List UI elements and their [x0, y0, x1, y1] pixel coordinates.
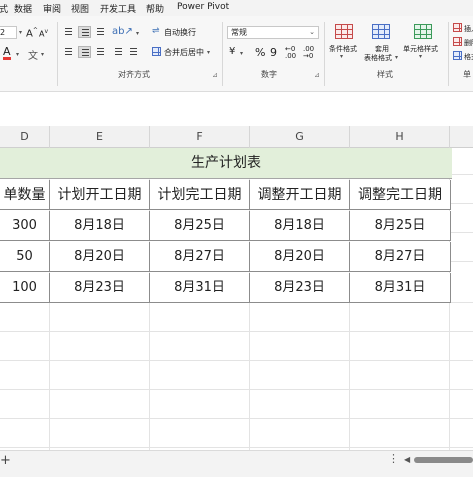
column-header-g[interactable]: G	[250, 126, 350, 148]
align-middle-button[interactable]	[78, 26, 91, 38]
table-cell[interactable]: 8月25日	[150, 211, 250, 241]
phonetic-icon[interactable]: 文	[28, 47, 38, 62]
table-cell[interactable]: 100	[0, 273, 50, 303]
header-cell-adjusted-end[interactable]: 调整完工日期	[350, 180, 451, 210]
column-header-h[interactable]: H	[350, 126, 450, 148]
column-header-bar: D E F G H	[0, 126, 473, 148]
menu-item-data[interactable]: 数据	[14, 2, 32, 15]
chevron-down-icon[interactable]: ▾	[395, 54, 398, 61]
column-header-e[interactable]: E	[50, 126, 150, 148]
shrink-font-button[interactable]: Av	[39, 28, 48, 39]
header-cell-adjusted-start[interactable]: 调整开工日期	[250, 180, 350, 210]
format-as-table-icon	[372, 24, 390, 39]
table-cell[interactable]: 50	[0, 242, 50, 272]
header-cell-quantity[interactable]: 单数量	[0, 180, 50, 210]
ribbon: 2 ▾ A^ Av A ▾ 文 ▾ ab↗ ▾ ⇌ 自动换行 合并后居中 ▾ 对…	[0, 16, 473, 92]
table-cell[interactable]: 300	[0, 211, 50, 241]
chevron-down-icon[interactable]: ▾	[207, 49, 210, 56]
header-cell-plan-start[interactable]: 计划开工日期	[50, 180, 150, 210]
group-label-cells: 单	[463, 70, 471, 79]
align-top-button[interactable]	[63, 26, 76, 38]
chevron-down-icon[interactable]: ▾	[41, 51, 44, 58]
delete-cells-icon	[453, 37, 462, 46]
group-label-alignment: 对齐方式	[118, 70, 150, 79]
table-cell[interactable]: 8月23日	[50, 273, 150, 303]
currency-button[interactable]: ¥	[229, 46, 235, 57]
group-label-styles: 样式	[377, 70, 393, 79]
menu-item-power-pivot[interactable]: Power Pivot	[177, 2, 229, 12]
menu-item-view[interactable]: 视图	[71, 2, 89, 15]
wrap-text-icon: ⇌	[152, 26, 160, 36]
wrap-text-button[interactable]: 自动换行	[164, 27, 196, 38]
chevron-down-icon[interactable]: ▾	[240, 50, 243, 57]
format-cells-button[interactable]: 格式	[464, 52, 473, 62]
table-cell[interactable]: 8月25日	[350, 211, 451, 241]
header-cell-plan-end[interactable]: 计划完工日期	[150, 180, 250, 210]
number-format-select[interactable]: 常规 ⌄	[227, 26, 319, 39]
merge-center-button[interactable]: 合并后居中	[164, 47, 204, 58]
align-center-button[interactable]	[78, 46, 91, 58]
decrease-decimal-icon[interactable]: .00 →0	[303, 46, 314, 60]
delete-cells-button[interactable]: 删除	[464, 38, 473, 48]
dialog-launcher-icon[interactable]: ⊿	[314, 71, 320, 79]
font-size-box[interactable]: 2	[0, 26, 17, 39]
chevron-down-icon[interactable]: ▾	[16, 51, 19, 58]
table-cell[interactable]: 8月27日	[350, 242, 451, 272]
orientation-icon[interactable]: ab↗	[112, 26, 133, 37]
increase-indent-button[interactable]	[126, 46, 139, 58]
menu-item-help[interactable]: 帮助	[146, 2, 164, 15]
decrease-indent-button[interactable]	[111, 46, 124, 58]
percent-button[interactable]: %	[255, 46, 265, 59]
table-cell[interactable]: 8月20日	[50, 242, 150, 272]
table-cell[interactable]: 8月18日	[50, 211, 150, 241]
chevron-down-icon[interactable]: ▾	[136, 30, 139, 37]
table-cell[interactable]: 8月31日	[150, 273, 250, 303]
menu-item-developer[interactable]: 开发工具	[100, 2, 136, 15]
comma-style-button[interactable]: 9	[270, 46, 277, 59]
menu-item-formulas[interactable]: 式	[0, 2, 8, 15]
table-cell[interactable]: 8月23日	[250, 273, 350, 303]
column-header-d[interactable]: D	[0, 126, 50, 148]
align-bottom-button[interactable]	[93, 26, 106, 38]
formula-area	[0, 92, 473, 126]
table-cell[interactable]: 8月18日	[250, 211, 350, 241]
format-cells-icon	[453, 51, 462, 60]
horizontal-scrollbar-thumb[interactable]	[414, 457, 473, 463]
chevron-down-icon[interactable]: ▾	[19, 29, 22, 36]
conditional-format-icon	[335, 24, 353, 39]
merge-center-icon	[152, 47, 161, 56]
more-options-icon[interactable]: ⋮	[388, 452, 399, 465]
table-cell[interactable]: 8月20日	[250, 242, 350, 272]
menu-bar: 式 数据 审阅 视图 开发工具 帮助 Power Pivot	[0, 0, 473, 16]
scroll-left-icon[interactable]: ◀	[404, 455, 410, 464]
align-right-button[interactable]	[93, 46, 106, 58]
group-label-number: 数字	[261, 70, 277, 79]
insert-cells-icon	[453, 23, 462, 32]
grow-font-button[interactable]: A^	[26, 27, 38, 39]
table-cell[interactable]: 8月31日	[350, 273, 451, 303]
chevron-down-icon[interactable]: ▾	[419, 53, 422, 60]
format-as-table-label-2[interactable]: 表格格式	[364, 53, 392, 63]
cell-styles-icon	[414, 24, 432, 39]
table-title-cell[interactable]: 生产计划表	[0, 148, 452, 179]
dialog-launcher-icon[interactable]: ⊿	[212, 71, 218, 79]
add-sheet-button[interactable]: +	[0, 453, 11, 468]
increase-decimal-icon[interactable]: ←0.00	[285, 46, 296, 60]
align-left-button[interactable]	[63, 46, 76, 58]
menu-item-review[interactable]: 审阅	[43, 2, 61, 15]
insert-cells-button[interactable]: 插入	[464, 24, 473, 34]
table-cell[interactable]: 8月27日	[150, 242, 250, 272]
sheet-tab-bar: + ⋮ ◀	[0, 450, 473, 477]
column-header-f[interactable]: F	[150, 126, 250, 148]
chevron-down-icon[interactable]: ▾	[340, 53, 343, 60]
font-color-button[interactable]: A	[3, 46, 11, 60]
